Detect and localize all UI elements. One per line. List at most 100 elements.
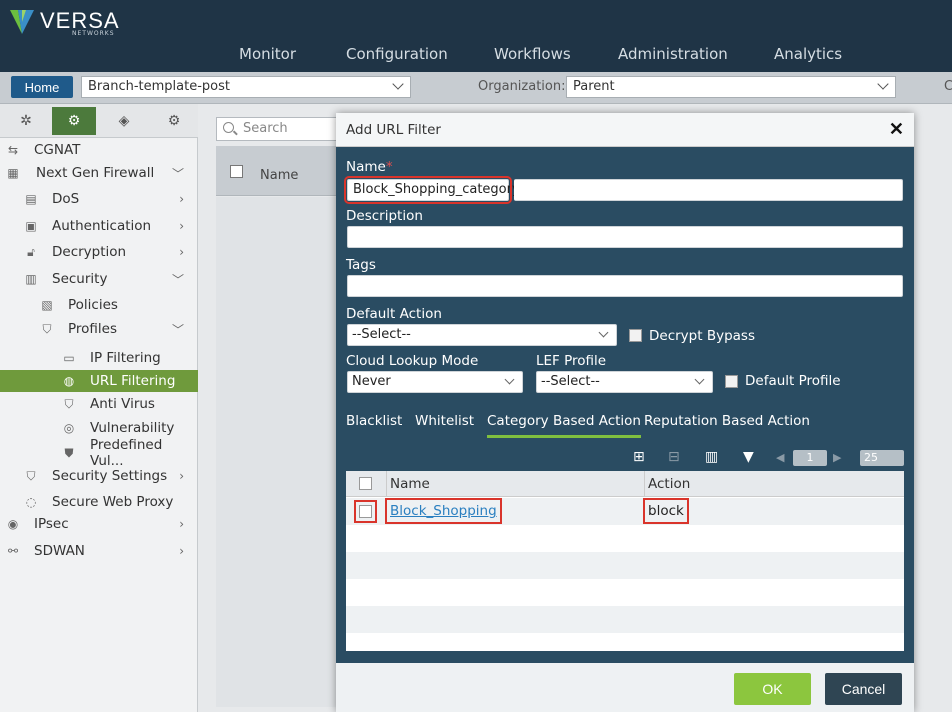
tags-label: Tags <box>346 257 376 273</box>
dialog-footer: OK Cancel <box>336 663 914 712</box>
default-action-select[interactable]: --Select-- <box>347 324 617 346</box>
tab-category-based-action[interactable]: Category Based Action <box>487 413 641 438</box>
sidebar-item-dos[interactable]: ▤ DoS › <box>0 188 198 210</box>
grid-body <box>216 197 346 707</box>
chevron-right-icon: › <box>179 219 184 233</box>
tab-reputation-based-action[interactable]: Reputation Based Action <box>644 413 810 429</box>
sidebar-item-anti-virus[interactable]: ⛉ Anti Virus <box>0 393 198 415</box>
sidebar-item-next-gen-firewall[interactable]: ▦ Next Gen Firewall ﹀ <box>0 162 198 184</box>
lef-profile-label: LEF Profile <box>536 353 607 369</box>
nav-configuration[interactable]: Configuration <box>346 45 448 63</box>
ok-button[interactable]: OK <box>734 673 811 705</box>
sidebar-item-label: Vulnerability <box>90 420 175 436</box>
table-row[interactable]: Block_Shopping block <box>346 498 904 525</box>
sidebar-item-label: Profiles <box>68 321 118 337</box>
nav-analytics[interactable]: Analytics <box>774 45 842 63</box>
select-all-checkbox[interactable] <box>230 165 243 178</box>
page-number[interactable]: 1 <box>793 450 827 466</box>
tab-services[interactable]: ⚙ <box>52 107 96 135</box>
search-input[interactable]: Search <box>216 117 346 141</box>
close-button[interactable]: ✕ <box>889 119 904 140</box>
sidebar-item-label: URL Filtering <box>90 373 176 389</box>
lef-profile-value: --Select-- <box>541 374 600 389</box>
secure-web-proxy-icon: ◌ <box>25 495 37 509</box>
nav-monitor[interactable]: Monitor <box>239 45 296 63</box>
home-button[interactable]: Home <box>11 76 73 98</box>
organization-dropdown[interactable]: Parent <box>566 76 896 98</box>
name-input[interactable]: Block_Shopping_category <box>344 176 520 204</box>
ipsec-icon: ◉ <box>7 517 19 531</box>
dialog-title: Add URL Filter <box>346 122 441 138</box>
vulnerability-icon: ◎ <box>63 421 75 435</box>
tab-whitelist[interactable]: Whitelist <box>415 413 474 429</box>
next-page-icon[interactable]: ▶ <box>833 451 841 464</box>
template-dropdown-value: Branch-template-post <box>88 79 230 94</box>
cancel-button[interactable]: Cancel <box>825 673 902 705</box>
sidebar-item-url-filtering[interactable]: ◍ URL Filtering <box>0 370 198 392</box>
search-placeholder: Search <box>243 121 288 136</box>
sidebar-item-decryption[interactable]: 🔓︎ Decryption › <box>0 241 198 263</box>
chevron-down-icon <box>877 78 889 90</box>
tab-blacklist[interactable]: Blacklist <box>346 413 402 429</box>
nav-administration[interactable]: Administration <box>618 45 728 63</box>
chevron-right-icon: › <box>179 544 184 558</box>
select-all-checkbox[interactable] <box>359 477 372 490</box>
row-action-value: block <box>643 498 689 524</box>
template-dropdown[interactable]: Branch-template-post <box>81 76 411 98</box>
main-nav: Monitor Configuration Workflows Administ… <box>0 45 952 67</box>
sidebar-item-label: Authentication <box>52 218 152 234</box>
sidebar-item-ipsec[interactable]: ◉ IPsec › <box>0 513 198 535</box>
sidebar-item-cgnat[interactable]: ⇆ CGNAT <box>0 139 198 161</box>
table-header: Name Action <box>346 471 904 497</box>
category-action-table: Name Action Block_Shopping block <box>346 471 904 651</box>
chevron-down-icon <box>392 78 404 90</box>
lef-profile-select[interactable]: --Select-- <box>536 371 713 393</box>
decrypt-bypass-label: Decrypt Bypass <box>649 328 755 344</box>
decrypt-bypass-checkbox[interactable] <box>629 329 642 342</box>
remove-icon[interactable]: ⊟ <box>668 449 680 465</box>
column-divider <box>644 471 645 497</box>
sidebar-item-predefined-vul[interactable]: ⛊ Predefined Vul... <box>0 437 198 469</box>
page-size[interactable]: 25 <box>860 450 904 466</box>
add-icon[interactable]: ⊞ <box>633 449 645 465</box>
cloud-lookup-value: Never <box>352 374 391 389</box>
tags-input[interactable] <box>347 275 903 297</box>
column-action-header[interactable]: Action <box>648 476 690 492</box>
sidebar-item-sdwan[interactable]: ⚯ SDWAN › <box>0 540 198 562</box>
security-icon: ▥ <box>25 272 37 286</box>
tab-others[interactable]: ⚙ <box>152 107 196 135</box>
sidebar-item-security[interactable]: ▥ Security ﹀ <box>0 268 198 290</box>
filter-icon[interactable]: ▼ <box>743 449 754 465</box>
columns-icon[interactable]: ▥ <box>705 449 718 465</box>
column-name-header[interactable]: Name <box>260 168 298 183</box>
description-input[interactable] <box>347 226 903 248</box>
sidebar-item-ip-filtering[interactable]: ▭ IP Filtering <box>0 347 198 369</box>
firewall-icon: ▦ <box>7 166 19 180</box>
sidebar-item-label: Next Gen Firewall <box>36 165 155 181</box>
sidebar-item-secure-web-proxy[interactable]: ◌ Secure Web Proxy <box>0 491 198 513</box>
name-input-rest[interactable] <box>514 179 903 201</box>
sidebar-item-profiles[interactable]: ⛉ Profiles ﹀ <box>0 318 198 340</box>
authentication-icon: ▣ <box>25 219 37 233</box>
tab-network[interactable]: ✲ <box>4 107 48 135</box>
default-profile-checkbox[interactable] <box>725 375 738 388</box>
row-name-link[interactable]: Block_Shopping <box>385 498 502 524</box>
organization-label: Organization: <box>478 79 566 94</box>
previous-page-icon[interactable]: ◀ <box>776 451 784 464</box>
row-checkbox[interactable] <box>354 500 377 523</box>
brand-sub: NETWORKS <box>72 30 115 37</box>
cloud-lookup-select[interactable]: Never <box>347 371 523 393</box>
sidebar-item-label: DoS <box>52 191 80 207</box>
cloud-lookup-label: Cloud Lookup Mode <box>346 353 479 369</box>
column-name-header[interactable]: Name <box>390 476 430 492</box>
cgnat-icon: ⇆ <box>7 143 19 157</box>
tab-objects[interactable]: ◈ <box>102 107 146 135</box>
sidebar-item-authentication[interactable]: ▣ Authentication › <box>0 215 198 237</box>
name-label: Name* <box>346 159 393 175</box>
sidebar-item-security-settings[interactable]: ⛉ Security Settings › <box>0 465 198 487</box>
nav-workflows[interactable]: Workflows <box>494 45 571 63</box>
sidebar-item-vulnerability[interactable]: ◎ Vulnerability <box>0 417 198 439</box>
description-label: Description <box>346 208 423 224</box>
sidebar-item-policies[interactable]: ▧ Policies <box>0 294 198 316</box>
grid-header: Name <box>216 146 346 196</box>
